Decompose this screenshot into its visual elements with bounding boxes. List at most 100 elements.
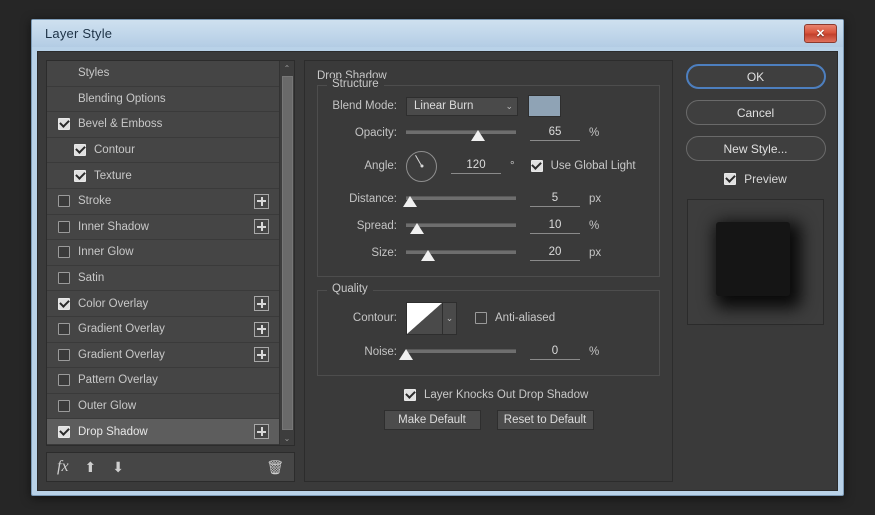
style-row-label: Stroke bbox=[78, 195, 254, 207]
style-row[interactable]: Gradient Overlay bbox=[47, 343, 279, 369]
style-row[interactable]: Styles bbox=[47, 61, 279, 87]
style-row[interactable]: Outer Glow bbox=[47, 394, 279, 420]
quality-legend: Quality bbox=[327, 283, 373, 295]
dialog-body: Styles Blending Options Bevel & Emboss Cont… bbox=[37, 51, 838, 491]
style-enable-checkbox[interactable] bbox=[58, 374, 70, 386]
slider-thumb[interactable] bbox=[421, 250, 435, 261]
noise-label: Noise: bbox=[328, 346, 406, 358]
style-row[interactable]: Contour bbox=[47, 138, 279, 164]
style-enable-checkbox[interactable] bbox=[58, 426, 70, 438]
distance-label: Distance: bbox=[328, 193, 406, 205]
add-effect-icon[interactable] bbox=[254, 296, 269, 311]
slider-thumb[interactable] bbox=[399, 349, 413, 360]
style-row[interactable]: Stroke bbox=[47, 189, 279, 215]
layer-knocks-out-label: Layer Knocks Out Drop Shadow bbox=[424, 389, 588, 401]
slider-thumb[interactable] bbox=[471, 130, 485, 141]
style-row[interactable]: Inner Shadow bbox=[47, 215, 279, 241]
style-row[interactable]: Satin bbox=[47, 266, 279, 292]
style-row[interactable]: Color Overlay bbox=[47, 291, 279, 317]
structure-fieldset: Structure Blend Mode: Linear Burn ⌄ Opac… bbox=[317, 85, 660, 277]
style-enable-checkbox[interactable] bbox=[58, 323, 70, 335]
distance-slider[interactable] bbox=[406, 190, 516, 208]
anti-aliased-checkbox[interactable] bbox=[475, 312, 487, 324]
make-default-button[interactable]: Make Default bbox=[384, 410, 481, 430]
noise-slider[interactable] bbox=[406, 343, 516, 361]
style-row[interactable]: Blending Options bbox=[47, 87, 279, 113]
ok-button[interactable]: OK bbox=[686, 64, 826, 89]
style-enable-checkbox[interactable] bbox=[58, 246, 70, 258]
style-enable-checkbox[interactable] bbox=[74, 144, 86, 156]
style-enable-checkbox[interactable] bbox=[58, 195, 70, 207]
style-row[interactable]: Inner Glow bbox=[47, 240, 279, 266]
layer-style-dialog: Layer Style ✕ Styles Blending Options Beve… bbox=[31, 19, 844, 496]
size-field: Size: 20 px bbox=[328, 242, 649, 264]
scroll-down-icon[interactable]: ⌄ bbox=[280, 431, 294, 445]
style-row-label: Outer Glow bbox=[78, 400, 279, 412]
fx-icon[interactable]: fx bbox=[57, 458, 69, 476]
add-effect-icon[interactable] bbox=[254, 347, 269, 362]
scrollbar-thumb[interactable] bbox=[282, 76, 293, 430]
reset-to-default-button[interactable]: Reset to Default bbox=[497, 410, 594, 430]
contour-preview[interactable] bbox=[406, 302, 443, 335]
style-row-label: Contour bbox=[94, 144, 279, 156]
layer-knocks-out-checkbox[interactable] bbox=[404, 389, 416, 401]
contour-chevron-down-icon[interactable]: ⌄ bbox=[443, 302, 457, 335]
add-effect-icon[interactable] bbox=[254, 194, 269, 209]
angle-input[interactable]: 120 bbox=[451, 159, 501, 174]
spread-slider[interactable] bbox=[406, 217, 516, 235]
style-enable-checkbox[interactable] bbox=[58, 349, 70, 361]
style-row-label: Drop Shadow bbox=[78, 426, 254, 438]
styles-scrollbar[interactable]: ⌃ ⌄ bbox=[279, 61, 294, 445]
add-effect-icon[interactable] bbox=[254, 322, 269, 337]
cancel-button[interactable]: Cancel bbox=[686, 100, 826, 125]
new-style-button[interactable]: New Style... bbox=[686, 136, 826, 161]
slider-thumb[interactable] bbox=[410, 223, 424, 234]
style-enable-checkbox[interactable] bbox=[58, 298, 70, 310]
opacity-input[interactable]: 65 bbox=[530, 126, 580, 141]
anti-aliased-toggle[interactable]: Anti-aliased bbox=[475, 312, 555, 324]
size-label: Size: bbox=[328, 247, 406, 259]
anti-aliased-label: Anti-aliased bbox=[495, 312, 555, 324]
noise-input[interactable]: 0 bbox=[530, 345, 580, 360]
style-enable-checkbox[interactable] bbox=[58, 118, 70, 130]
preview-checkbox[interactable] bbox=[724, 173, 736, 185]
style-row[interactable]: Drop Shadow bbox=[47, 419, 279, 445]
slider-thumb[interactable] bbox=[403, 196, 417, 207]
distance-input[interactable]: 5 bbox=[530, 192, 580, 207]
add-effect-icon[interactable] bbox=[254, 219, 269, 234]
add-effect-icon[interactable] bbox=[254, 424, 269, 439]
style-row[interactable]: Pattern Overlay bbox=[47, 368, 279, 394]
style-enable-checkbox[interactable] bbox=[58, 400, 70, 412]
size-slider[interactable] bbox=[406, 244, 516, 262]
spread-input[interactable]: 10 bbox=[530, 219, 580, 234]
style-row[interactable]: Bevel & Emboss bbox=[47, 112, 279, 138]
style-row-label: Color Overlay bbox=[78, 298, 254, 310]
style-row[interactable]: Texture bbox=[47, 163, 279, 189]
move-down-icon[interactable]: ⬇ bbox=[112, 459, 124, 476]
slider-track bbox=[406, 196, 516, 200]
move-up-icon[interactable]: ⬆ bbox=[85, 459, 97, 476]
preview-toggle[interactable]: Preview bbox=[724, 172, 787, 186]
delete-icon[interactable]: 🗑 bbox=[266, 459, 284, 476]
size-input[interactable]: 20 bbox=[530, 246, 580, 261]
use-global-light-toggle[interactable]: Use Global Light bbox=[531, 160, 636, 172]
styles-column: Styles Blending Options Bevel & Emboss Cont… bbox=[46, 60, 295, 482]
title-bar[interactable]: Layer Style ✕ bbox=[32, 20, 843, 47]
close-icon[interactable]: ✕ bbox=[804, 24, 837, 43]
style-enable-checkbox[interactable] bbox=[58, 272, 70, 284]
angle-dial[interactable] bbox=[406, 151, 437, 182]
opacity-field: Opacity: 65 % bbox=[328, 122, 649, 144]
layer-knocks-out-toggle[interactable]: Layer Knocks Out Drop Shadow bbox=[404, 389, 588, 401]
spread-label: Spread: bbox=[328, 220, 406, 232]
opacity-slider[interactable] bbox=[406, 124, 516, 142]
shadow-color-swatch[interactable] bbox=[528, 95, 561, 117]
style-row[interactable]: Gradient Overlay bbox=[47, 317, 279, 343]
knocks-out-row: Layer Knocks Out Drop Shadow bbox=[317, 389, 660, 401]
opacity-label: Opacity: bbox=[328, 127, 406, 139]
style-row-label: Blending Options bbox=[78, 93, 279, 105]
blend-mode-select[interactable]: Linear Burn ⌄ bbox=[406, 97, 518, 116]
style-enable-checkbox[interactable] bbox=[74, 170, 86, 182]
scroll-up-icon[interactable]: ⌃ bbox=[280, 61, 294, 75]
use-global-light-checkbox[interactable] bbox=[531, 160, 543, 172]
style-enable-checkbox[interactable] bbox=[58, 221, 70, 233]
